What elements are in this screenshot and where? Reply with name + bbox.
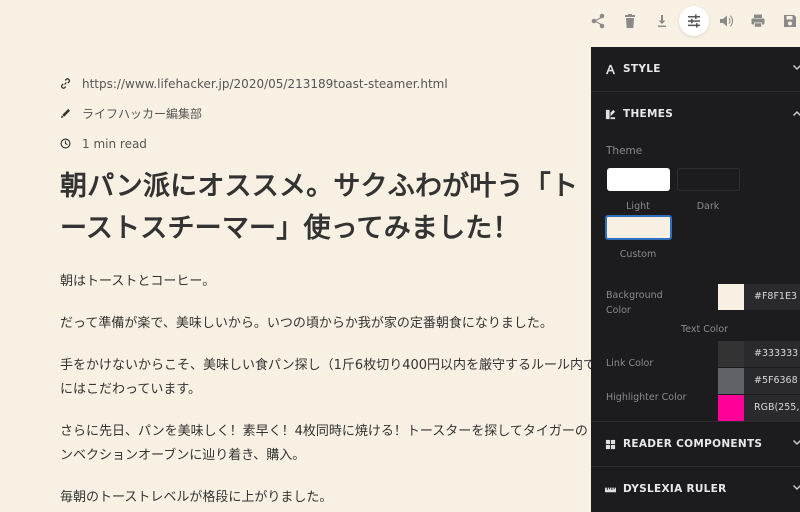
themes-section-header[interactable]: THEMES [591, 92, 800, 136]
article-paragraph: 毎朝のトーストレベルが格段に上がりました。 [60, 490, 333, 505]
sliders-icon [688, 14, 700, 28]
link-color-label: Link Color [606, 358, 654, 369]
article-url[interactable]: https://www.lifehacker.jp/2020/05/213189… [82, 77, 448, 91]
read-aloud-button[interactable] [710, 6, 742, 36]
delete-button[interactable] [614, 6, 646, 36]
chevron-down-icon [792, 483, 800, 493]
trash-icon [625, 14, 635, 28]
share-button[interactable] [582, 6, 614, 36]
theme-light-swatch[interactable] [607, 168, 670, 191]
dyslexia-ruler-header[interactable]: DYSLEXIA RULER [591, 467, 800, 511]
highlighter-color-chip[interactable] [718, 395, 744, 421]
background-color-chip[interactable] [718, 284, 744, 310]
link-icon [60, 78, 82, 89]
article-author-row: ライフハッカー編集部 [60, 106, 600, 121]
reader-toolbar [582, 6, 800, 36]
share-icon [591, 13, 605, 29]
link-color-value[interactable]: #5F6368 [744, 368, 800, 394]
article-title-line-2: ーストスチーマー」使ってみました！ [60, 213, 520, 244]
background-color-value[interactable]: #F8F1E3 [744, 284, 800, 310]
themes-section-label: THEMES [623, 108, 674, 120]
download-button[interactable] [646, 6, 678, 36]
chevron-down-icon [792, 438, 800, 448]
print-icon [751, 14, 765, 28]
dyslexia-ruler-label: DYSLEXIA RULER [623, 483, 727, 495]
highlighter-color-label: Highlighter Color [606, 392, 687, 403]
text-color-label: Text Color [681, 324, 729, 335]
lower-sections: READER COMPONENTS DYSLEXIA RULER [591, 421, 800, 511]
save-button[interactable] [774, 6, 800, 36]
text-color-value[interactable]: #333333 [744, 341, 800, 367]
article-url-row: https://www.lifehacker.jp/2020/05/213189… [60, 76, 600, 91]
article-title-line-1: 朝パン派にオススメ。サクふわが叶う「ト [60, 171, 579, 202]
chevron-down-icon [792, 63, 800, 73]
paragraph-line: ンベクションオーブンに辿り着き、購入。 [60, 448, 306, 463]
chevron-up-icon [792, 108, 800, 118]
theme-light-label: Light [626, 201, 650, 212]
ruler-icon [605, 484, 623, 495]
paragraph-line: さらに先日、パンを美味しく！素早く！4枚同時に焼ける！トースターを探してタイガー… [60, 424, 588, 439]
reader-components-label: READER COMPONENTS [623, 438, 763, 450]
settings-button[interactable] [679, 6, 709, 36]
background-color-label: Background Color [606, 290, 663, 316]
save-icon [784, 15, 796, 27]
highlighter-color-value[interactable]: RGB(255, [744, 395, 800, 421]
theme-heading: Theme [606, 145, 643, 157]
article-read-time: 1 min read [82, 136, 147, 151]
article-paragraph: 朝はトーストとコーヒー。 [60, 274, 216, 289]
reader-components-header[interactable]: READER COMPONENTS [591, 422, 800, 466]
download-icon [658, 15, 666, 27]
article-title: 朝パン派にオススメ。サクふわが叶う「ト ーストスチーマー」使ってみました！ [60, 166, 600, 250]
link-color-chip[interactable] [718, 368, 744, 394]
palette-icon [605, 109, 623, 120]
style-section-label: STYLE [623, 63, 661, 75]
speaker-icon [720, 15, 734, 27]
article-author: ライフハッカー編集部 [82, 107, 203, 121]
clock-icon [60, 138, 82, 149]
article-paragraph: さらに先日、パンを美味しく！素早く！4枚同時に焼ける！トースターを探してタイガー… [60, 420, 600, 468]
theme-dark-label: Dark [696, 201, 720, 212]
theme-custom-label: Custom [619, 249, 657, 260]
pen-icon [60, 108, 82, 119]
article-paragraph: だって準備が楽で、美味しいから。いつの頃からか我が家の定番朝食になりました。 [60, 316, 553, 331]
text-color-chip[interactable] [718, 341, 744, 367]
components-icon [605, 439, 623, 450]
article: https://www.lifehacker.jp/2020/05/213189… [60, 76, 600, 510]
style-section-header[interactable]: STYLE [591, 47, 800, 91]
reader-settings-panel: STYLE THEMES Theme Light Dark Custom Bac… [591, 47, 800, 512]
paragraph-line: 手をかけないからこそ、美味しい食パン探し（1斤6枚切り400円以内を厳守するルー… [60, 358, 597, 373]
print-button[interactable] [742, 6, 774, 36]
article-readtime-row: 1 min read [60, 136, 600, 151]
article-paragraph: 手をかけないからこそ、美味しい食パン探し（1斤6枚切り400円以内を厳守するルー… [60, 354, 600, 402]
font-style-icon [605, 64, 623, 75]
theme-dark-swatch[interactable] [677, 168, 740, 191]
theme-custom-swatch[interactable] [605, 215, 672, 240]
paragraph-line: にはこだわっています。 [60, 382, 202, 397]
